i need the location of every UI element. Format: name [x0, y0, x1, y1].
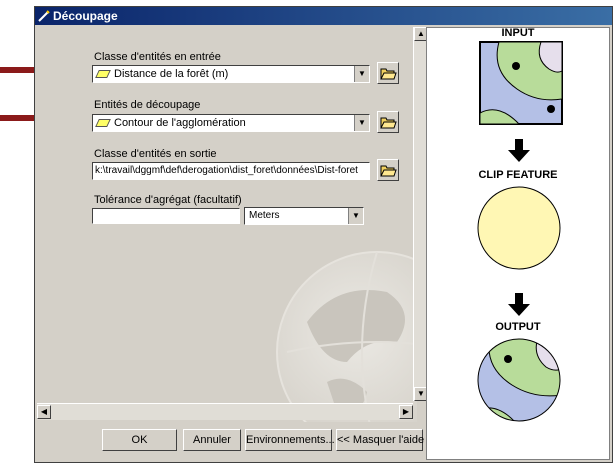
scroll-left-icon[interactable]: ◀: [37, 405, 51, 419]
input-features-value: Distance de la forêt (m): [114, 68, 229, 80]
chevron-down-icon[interactable]: ▼: [354, 115, 369, 131]
output-features-label: Classe d'entités en sortie: [94, 148, 217, 160]
window-title: Découpage: [53, 9, 118, 23]
polygon-layer-icon: [95, 119, 111, 128]
clip-features-value: Contour de l'agglomération: [114, 117, 246, 129]
tool-icon: [38, 10, 50, 22]
hide-help-button[interactable]: << Masquer l'aide: [336, 429, 424, 451]
open-folder-icon: [380, 68, 397, 80]
clip-features-label: Entités de découpage: [94, 99, 201, 111]
browse-output-button[interactable]: [377, 159, 399, 181]
tolerance-units-combo[interactable]: Meters ▼: [244, 207, 364, 225]
browse-clip-button[interactable]: [377, 111, 399, 133]
chevron-down-icon[interactable]: ▼: [354, 66, 369, 82]
cancel-button[interactable]: Annuler: [183, 429, 241, 451]
open-folder-icon: [380, 117, 397, 129]
clip-features-combo[interactable]: Contour de l'agglomération ▼: [92, 114, 370, 132]
open-folder-icon: [380, 165, 397, 177]
ok-button[interactable]: OK: [102, 429, 177, 451]
output-features-field[interactable]: k:\travail\dggmf\def\derogation\dist_for…: [92, 162, 370, 180]
output-features-value: k:\travail\dggmf\def\derogation\dist_for…: [95, 165, 358, 176]
tolerance-units-value: Meters: [249, 210, 280, 221]
down-arrow-icon: [508, 139, 530, 162]
environments-button[interactable]: Environnements...: [245, 429, 335, 451]
scroll-right-icon[interactable]: ▶: [399, 405, 413, 419]
output-map-graphic: [477, 338, 561, 422]
input-title: INPUT: [501, 27, 535, 39]
chevron-down-icon[interactable]: ▼: [348, 208, 363, 224]
clip-feature-title: CLIP FEATURE: [478, 169, 558, 181]
title-bar: Découpage: [35, 7, 612, 25]
input-features-combo[interactable]: Distance de la forêt (m) ▼: [92, 65, 370, 83]
browse-input-button[interactable]: [377, 62, 399, 84]
parameters-pane: Classe d'entités en entrée Distance de l…: [37, 27, 422, 422]
input-features-label: Classe d'entités en entrée: [94, 51, 221, 63]
globe-watermark-icon: [276, 251, 417, 422]
clip-dialog: Découpage Classe d'entités en entrée Dis…: [34, 6, 613, 463]
help-panel: INPUT CLIP FEATURE OUTPUT: [426, 27, 610, 460]
down-arrow-icon: [508, 293, 530, 316]
clip-feature-graphic: [477, 186, 561, 270]
tolerance-label: Tolérance d'agrégat (facultatif): [94, 194, 242, 206]
polygon-layer-icon: [95, 70, 111, 79]
input-map-graphic: [479, 41, 563, 125]
horizontal-scrollbar[interactable]: ◀ ▶: [37, 403, 413, 420]
tolerance-input[interactable]: [92, 208, 240, 224]
output-title: OUTPUT: [495, 321, 541, 333]
